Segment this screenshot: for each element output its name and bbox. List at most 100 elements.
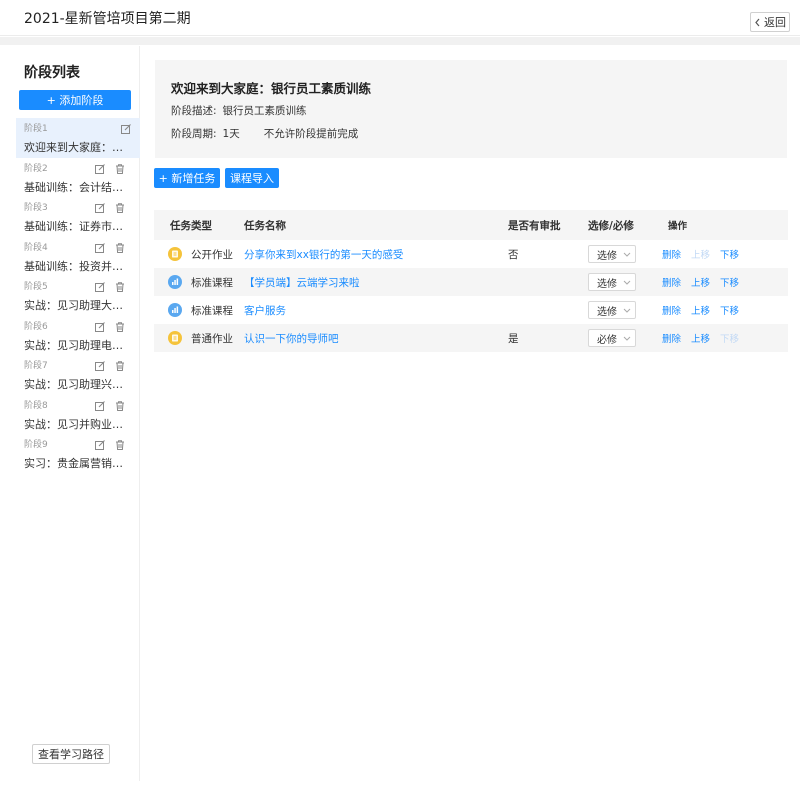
stage-item[interactable]: 阶段2基础训练：会计结算部门 (16, 158, 140, 198)
edit-icon[interactable] (94, 321, 106, 333)
stage-list: 阶段1 欢迎来到大家庭：银行员工素质训练阶段2基础训练：会计结算部门阶段3基础训练… (16, 118, 140, 474)
select-value: 选修 (597, 250, 617, 262)
stage-item[interactable]: 阶段3基础训练：证券市场投资 (16, 197, 140, 237)
delete-icon[interactable] (114, 163, 126, 175)
stage-description-row: 阶段描述: 银行员工素质训练 (171, 103, 307, 118)
move-down-link[interactable]: 下移 (720, 275, 739, 289)
period-value: 1天 (222, 128, 240, 140)
stage-item[interactable]: 阶段1 欢迎来到大家庭：银行员工素质训练 (16, 118, 140, 158)
import-course-button[interactable]: 课程导入 (225, 168, 279, 188)
table-header: 任务类型 任务名称 是否有审批 选修/必修 操作 (154, 210, 788, 240)
stage-info-card: 欢迎来到大家庭：银行员工素质训练 阶段描述: 银行员工素质训练 阶段周期: 1天… (155, 60, 787, 158)
edit-icon[interactable] (94, 281, 106, 293)
edit-icon[interactable] (94, 202, 106, 214)
course-icon (168, 275, 182, 289)
approval-value: 是 (508, 332, 519, 345)
delete-icon[interactable] (114, 242, 126, 254)
course-icon (168, 303, 182, 317)
edit-icon[interactable] (94, 360, 106, 372)
delete-icon[interactable] (114, 360, 126, 372)
stage-item[interactable]: 阶段9 实习：贵金属营销助理 (16, 434, 140, 474)
back-button-label: 返回 (764, 16, 786, 29)
task-table: 任务类型 任务名称 是否有审批 选修/必修 操作 公开作业 分享你来到xx银行的第… (154, 210, 788, 352)
delete-icon[interactable] (114, 439, 126, 451)
task-type-label: 标准课程 (191, 304, 233, 317)
edit-icon[interactable] (94, 242, 106, 254)
chevron-down-icon (623, 305, 631, 316)
stage-actions (94, 439, 126, 451)
select-value: 选修 (597, 306, 617, 318)
period-label: 阶段周期: (171, 128, 217, 140)
approval-value: 否 (508, 248, 519, 261)
stage-actions (94, 360, 126, 372)
row-actions: 删除 上移 下移 (662, 275, 788, 289)
task-type-cell: 普通作业 (154, 331, 244, 346)
stage-period-row: 阶段周期: 1天 不允许阶段提前完成 (171, 126, 358, 141)
add-stage-button[interactable]: + 添加阶段 (19, 90, 131, 110)
task-name-link[interactable]: 认识一下你的导师吧 (244, 331, 508, 346)
move-up-link[interactable]: 上移 (691, 331, 710, 345)
delete-icon[interactable] (114, 321, 126, 333)
move-up-link[interactable]: 上移 (691, 275, 710, 289)
header-approve: 是否有审批 (508, 219, 561, 232)
edit-icon[interactable] (94, 439, 106, 451)
delete-link[interactable]: 删除 (662, 275, 681, 289)
header-select: 选修/必修 (588, 219, 634, 232)
view-learning-path-button[interactable]: 查看学习路径 (32, 744, 110, 764)
row-actions: 删除 上移 下移 (662, 331, 788, 345)
header-divider (0, 37, 800, 45)
chevron-down-icon (623, 249, 631, 260)
chevron-left-icon (755, 18, 760, 26)
move-down-link: 下移 (720, 334, 740, 345)
chevron-down-icon (623, 277, 631, 288)
required-elective-select[interactable]: 选修 (588, 245, 636, 263)
chevron-down-icon (623, 333, 631, 344)
stage-name: 欢迎来到大家庭：银行员工素质训练 (24, 141, 128, 154)
stage-item[interactable]: 阶段6实战：见习助理电话营销 (16, 316, 140, 356)
row-actions: 删除 上移 下移 (662, 247, 788, 261)
required-elective-select[interactable]: 选修 (588, 301, 636, 319)
stage-actions (94, 400, 126, 412)
stage-item[interactable]: 阶段8实战：见习并购业务营销 (16, 395, 140, 435)
required-elective-select[interactable]: 选修 (588, 273, 636, 291)
sidebar-title: 阶段列表 (24, 65, 80, 81)
header-ops: 操作 (668, 221, 688, 232)
move-down-link[interactable]: 下移 (720, 303, 739, 317)
delete-icon[interactable] (114, 400, 126, 412)
stage-item[interactable]: 阶段7实战：见习助理兴业惠民 (16, 355, 140, 395)
add-task-button[interactable]: + 新增任务 (154, 168, 220, 188)
task-type-label: 普通作业 (191, 332, 233, 345)
required-elective-select[interactable]: 必修 (588, 329, 636, 347)
move-up-link[interactable]: 上移 (691, 303, 710, 317)
move-down-link[interactable]: 下移 (720, 247, 739, 261)
delete-icon[interactable] (114, 202, 126, 214)
stage-actions (94, 321, 126, 333)
back-button[interactable]: 返回 (750, 12, 790, 32)
task-name-link[interactable]: 【学员端】云端学习来啦 (244, 275, 508, 290)
task-name-link[interactable]: 客户服务 (244, 303, 508, 318)
stage-heading: 欢迎来到大家庭：银行员工素质训练 (171, 81, 372, 96)
stage-item[interactable]: 阶段4基础训练：投资并购知识 (16, 237, 140, 277)
description-value: 银行员工素质训练 (222, 105, 307, 117)
delete-icon[interactable] (114, 281, 126, 293)
homework-icon (168, 247, 182, 261)
delete-link[interactable]: 删除 (662, 247, 681, 261)
delete-link[interactable]: 删除 (662, 331, 681, 345)
page-title: 2021-星新管培项目第二期 (24, 11, 191, 27)
task-type-cell: 公开作业 (154, 247, 244, 262)
task-name-link[interactable]: 分享你来到xx银行的第一天的感受 (244, 247, 508, 262)
table-row: 标准课程 【学员端】云端学习来啦 选修 删除 上移 下移 (154, 268, 788, 296)
edit-icon[interactable] (94, 400, 106, 412)
edit-icon[interactable] (120, 123, 132, 135)
top-bar: 2021-星新管培项目第二期 返回 (0, 0, 800, 36)
task-type-label: 标准课程 (191, 276, 233, 289)
description-label: 阶段描述: (171, 105, 217, 117)
edit-icon[interactable] (94, 163, 106, 175)
stage-actions (94, 202, 126, 214)
stage-name: 基础训练：证券市场投资 (24, 220, 128, 233)
delete-link[interactable]: 删除 (662, 303, 681, 317)
move-up-link: 上移 (691, 250, 711, 261)
stage-item[interactable]: 阶段5实战：见习助理大堂经理 (16, 276, 140, 316)
row-actions: 删除 上移 下移 (662, 303, 788, 317)
stage-name: 基础训练：投资并购知识 (24, 259, 128, 273)
